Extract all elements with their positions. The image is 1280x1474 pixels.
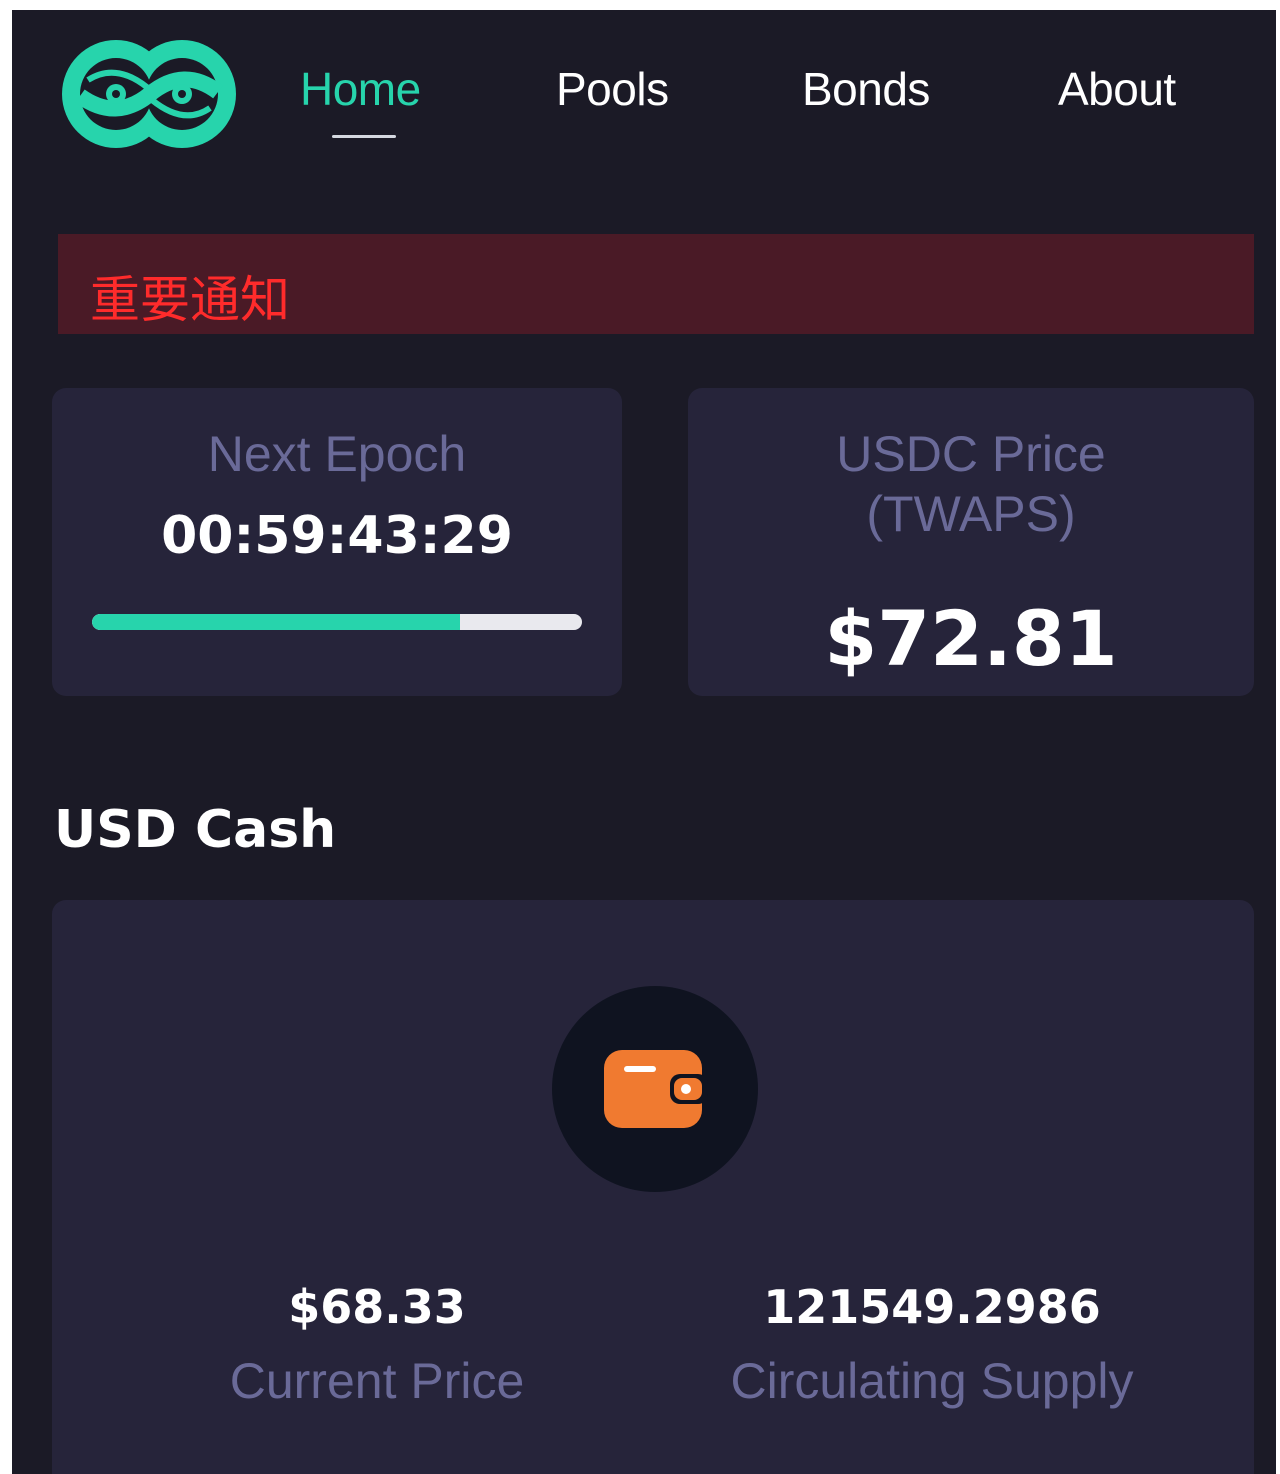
usd-cash-section-title: USD Cash	[54, 800, 337, 860]
nav-about[interactable]: About	[1058, 62, 1176, 116]
epoch-countdown: 00:59:43:29	[161, 506, 513, 566]
next-epoch-card: Next Epoch 00:59:43:29	[52, 388, 622, 696]
wallet-icon-circle	[552, 986, 758, 1192]
nav-active-underline	[332, 135, 396, 138]
nav-bonds[interactable]: Bonds	[802, 62, 930, 116]
usdc-price-subtitle: (TWAPS)	[866, 486, 1076, 542]
epoch-progress-bar	[92, 614, 582, 630]
notice-text: 重要通知	[90, 271, 290, 329]
usdc-price-title: USDC Price	[836, 426, 1106, 482]
nav-pools[interactable]: Pools	[556, 62, 669, 116]
epoch-progress-fill	[92, 614, 460, 630]
infinity-logo-icon[interactable]	[58, 34, 240, 154]
important-notice-banner[interactable]: 重要通知	[58, 234, 1254, 334]
circulating-supply-label: Circulating Supply	[730, 1353, 1134, 1409]
current-price-label: Current Price	[229, 1353, 525, 1409]
usdc-price-card: USDC Price (TWAPS) $72.81	[688, 388, 1254, 696]
wallet-icon	[604, 1050, 708, 1128]
usdc-price-value: $72.81	[824, 594, 1118, 683]
next-epoch-title: Next Epoch	[207, 426, 467, 482]
circulating-supply-value: 121549.2986	[763, 1280, 1101, 1334]
nav-home[interactable]: Home	[300, 62, 421, 116]
usd-cash-card: $68.33 Current Price 121549.2986 Circula…	[52, 900, 1254, 1474]
top-nav: Home Pools Bonds About	[12, 10, 1276, 180]
app-frame: Home Pools Bonds About 重要通知 Next Epoch 0…	[12, 10, 1276, 1474]
current-price-value: $68.33	[288, 1280, 466, 1334]
